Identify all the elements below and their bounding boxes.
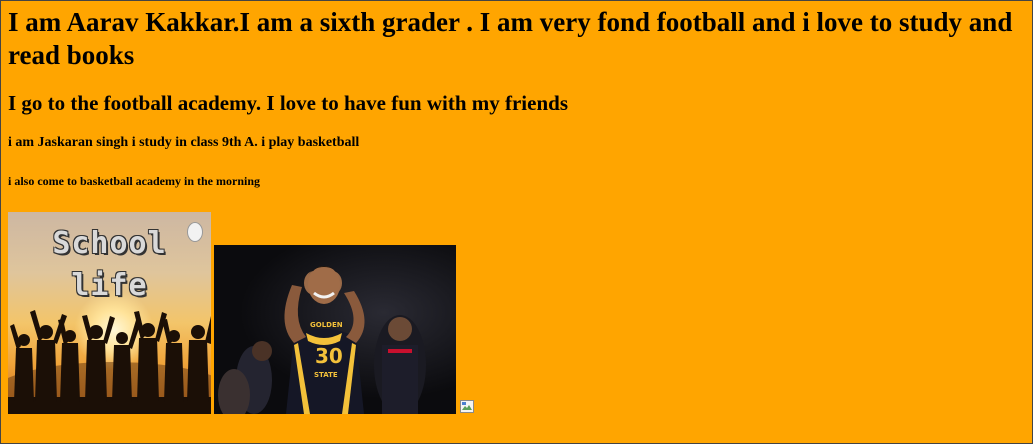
basketball-player-image: GOLDEN 30 STATE — [214, 245, 456, 414]
heading-jaskaran-intro: i am Jaskaran singh i study in class 9th… — [8, 135, 360, 150]
jersey-text-line2: STATE — [314, 371, 338, 379]
heading-football-academy: I go to the football academy. I love to … — [8, 91, 568, 115]
jersey-text-line1: GOLDEN — [310, 321, 343, 329]
heading-basketball-academy: i also come to basketball academy in the… — [8, 174, 260, 188]
broken-image-icon — [460, 400, 474, 413]
silhouettes-icon — [8, 310, 211, 414]
player-figure-icon: GOLDEN 30 STATE — [218, 266, 426, 414]
heading-aarav-intro: I am Aarav Kakkar.I am a sixth grader . … — [8, 7, 1013, 70]
page-content: I am Aarav Kakkar.I am a sixth grader . … — [8, 6, 1030, 189]
school-life-image: School life — [8, 212, 211, 414]
jersey-number: 30 — [315, 344, 343, 368]
